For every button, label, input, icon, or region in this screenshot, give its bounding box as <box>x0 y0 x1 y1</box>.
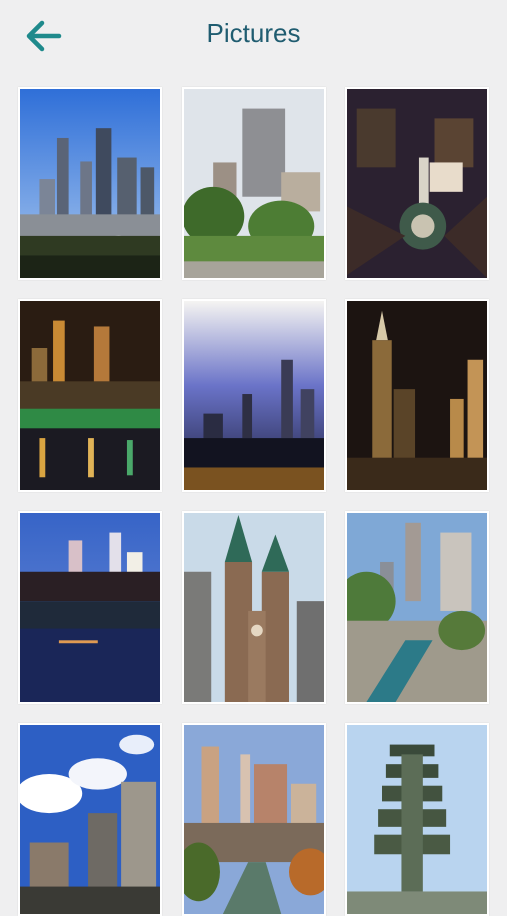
app-header: Pictures <box>0 0 507 72</box>
picture-thumbnail-2[interactable] <box>182 87 326 280</box>
picture-thumbnail-3[interactable] <box>345 87 489 280</box>
picture-thumbnail-8[interactable] <box>182 511 326 704</box>
picture-thumbnail-12[interactable] <box>345 723 489 916</box>
picture-thumbnail-7[interactable] <box>18 511 162 704</box>
picture-thumbnail-9[interactable] <box>345 511 489 704</box>
picture-thumbnail-10[interactable] <box>18 723 162 916</box>
picture-thumbnail-4[interactable] <box>18 299 162 492</box>
page-title: Pictures <box>206 18 301 48</box>
picture-thumbnail-11[interactable] <box>182 723 326 916</box>
picture-thumbnail-5[interactable] <box>182 299 326 492</box>
picture-thumbnail-6[interactable] <box>345 299 489 492</box>
picture-thumbnail-1[interactable] <box>18 87 162 280</box>
